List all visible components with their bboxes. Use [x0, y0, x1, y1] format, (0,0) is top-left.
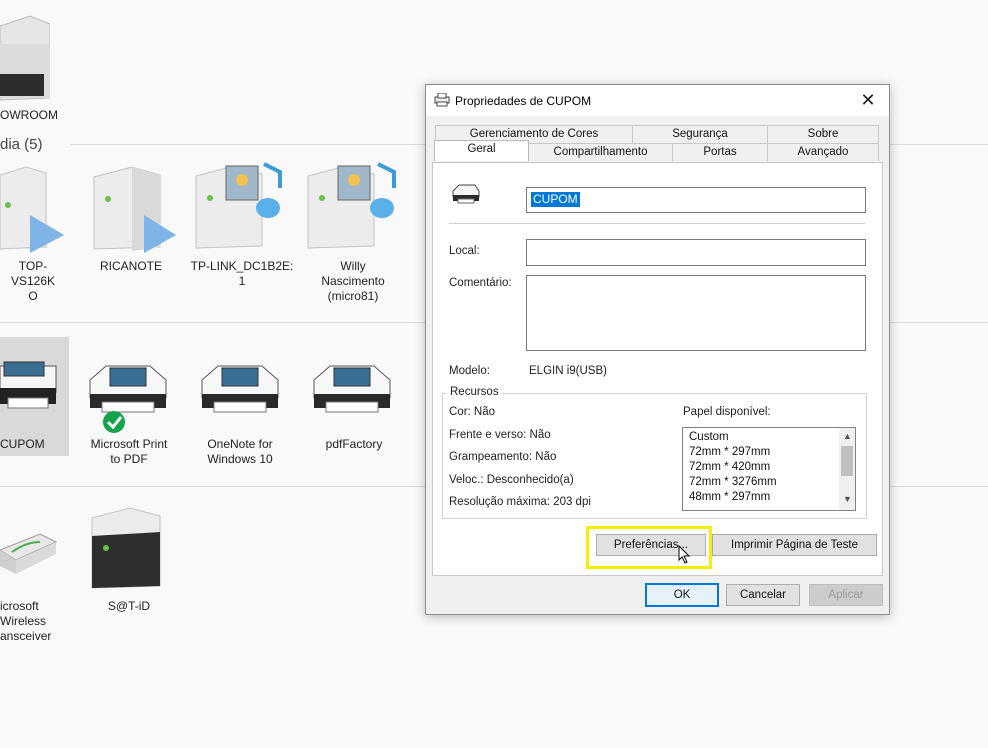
location-label: Local: — [449, 245, 480, 257]
printer-icon[interactable] — [198, 358, 282, 418]
resolution-feature: Resolução máxima: 203 dpi — [449, 496, 591, 508]
model-label: Modelo: — [449, 365, 490, 377]
location-input[interactable] — [526, 239, 866, 266]
ok-button[interactable]: OK — [645, 583, 719, 607]
server-device-icon[interactable] — [0, 14, 50, 104]
group-header[interactable]: dia (5) — [0, 136, 43, 153]
printer-name-value: CUPOM — [531, 192, 580, 207]
general-tab-panel: CUPOM Local: Comentário: Modelo: ELGIN i… — [432, 162, 883, 576]
device-label[interactable]: S@T-iD — [84, 599, 174, 614]
close-icon[interactable]: ✕ — [855, 88, 881, 112]
media-server-icon[interactable] — [194, 160, 290, 255]
features-title: Recursos — [447, 386, 502, 398]
device-label[interactable]: Willy Nascimento (micro81) — [300, 259, 406, 304]
printer-name-field[interactable]: CUPOM — [526, 187, 866, 213]
list-item[interactable]: 72mm * 420mm — [689, 460, 770, 475]
media-server-icon[interactable] — [92, 165, 178, 255]
mouse-cursor-icon — [678, 545, 691, 564]
list-item[interactable]: 72mm * 3276mm — [689, 475, 777, 490]
device-label[interactable]: RICANOTE — [88, 259, 174, 274]
printer-properties-dialog: Propriedades de CUPOM ✕ Gerenciamento de… — [425, 84, 890, 615]
device-label[interactable]: pdfFactory — [304, 437, 404, 452]
printer-icon[interactable] — [0, 358, 60, 414]
comment-label: Comentário: — [449, 277, 512, 289]
scrollbar[interactable]: ▲ ▼ — [839, 428, 855, 510]
tab-advanced[interactable]: Avançado — [767, 143, 879, 161]
model-value: ELGIN i9(USB) — [529, 365, 607, 377]
media-server-icon[interactable] — [306, 160, 404, 255]
chevron-down-icon[interactable]: ▼ — [843, 494, 852, 504]
speed-feature: Veloc.: Desconhecido(a) — [449, 474, 574, 486]
device-label[interactable]: Microsoft Print to PDF — [80, 437, 178, 467]
device-label[interactable]: OWROOM — [0, 108, 58, 123]
paper-available-label: Papel disponível: — [683, 406, 771, 418]
device-label[interactable]: TOP-VS126K O — [0, 259, 66, 304]
list-item[interactable]: 72mm * 297mm — [689, 445, 770, 460]
printer-icon — [434, 93, 450, 107]
apply-button[interactable]: Aplicar — [809, 584, 883, 606]
tab-security[interactable]: Segurança — [632, 125, 768, 143]
tab-about[interactable]: Sobre — [767, 125, 879, 143]
server-device-icon[interactable] — [90, 506, 164, 592]
printer-icon[interactable] — [86, 358, 170, 434]
duplex-feature: Frente e verso: Não — [449, 429, 551, 441]
paper-listbox[interactable]: Custom 72mm * 297mm 72mm * 420mm 72mm * … — [682, 427, 856, 511]
print-test-page-button[interactable]: Imprimir Página de Teste — [712, 534, 877, 556]
cancel-button[interactable]: Cancelar — [726, 584, 800, 606]
tab-ports[interactable]: Portas — [672, 143, 768, 161]
device-label[interactable]: OneNote for Windows 10 — [190, 437, 290, 467]
staple-feature: Grampeamento: Não — [449, 451, 557, 463]
list-item[interactable]: Custom — [689, 430, 729, 445]
color-feature: Cor: Não — [449, 406, 496, 418]
list-item[interactable]: 48mm * 297mm — [689, 490, 770, 505]
device-label[interactable]: CUPOM — [0, 437, 45, 452]
scrollbar-thumb[interactable] — [841, 446, 853, 476]
device-label[interactable]: icrosoft Wireless ansceiver — [0, 599, 51, 644]
dialog-title: Propriedades de CUPOM — [455, 94, 592, 108]
chevron-up-icon[interactable]: ▲ — [843, 431, 852, 441]
divider — [449, 223, 865, 224]
dialog-titlebar[interactable]: Propriedades de CUPOM ✕ — [426, 85, 889, 116]
tab-sharing[interactable]: Compartilhamento — [528, 143, 673, 161]
usb-transceiver-icon[interactable] — [0, 520, 58, 580]
printer-icon — [452, 184, 480, 204]
media-server-icon[interactable] — [0, 165, 66, 255]
comment-textarea[interactable] — [526, 275, 866, 351]
tab-general[interactable]: Geral — [434, 140, 529, 161]
printer-icon[interactable] — [310, 358, 394, 418]
device-label[interactable]: TP-LINK_DC1B2E: 1 — [186, 259, 298, 289]
